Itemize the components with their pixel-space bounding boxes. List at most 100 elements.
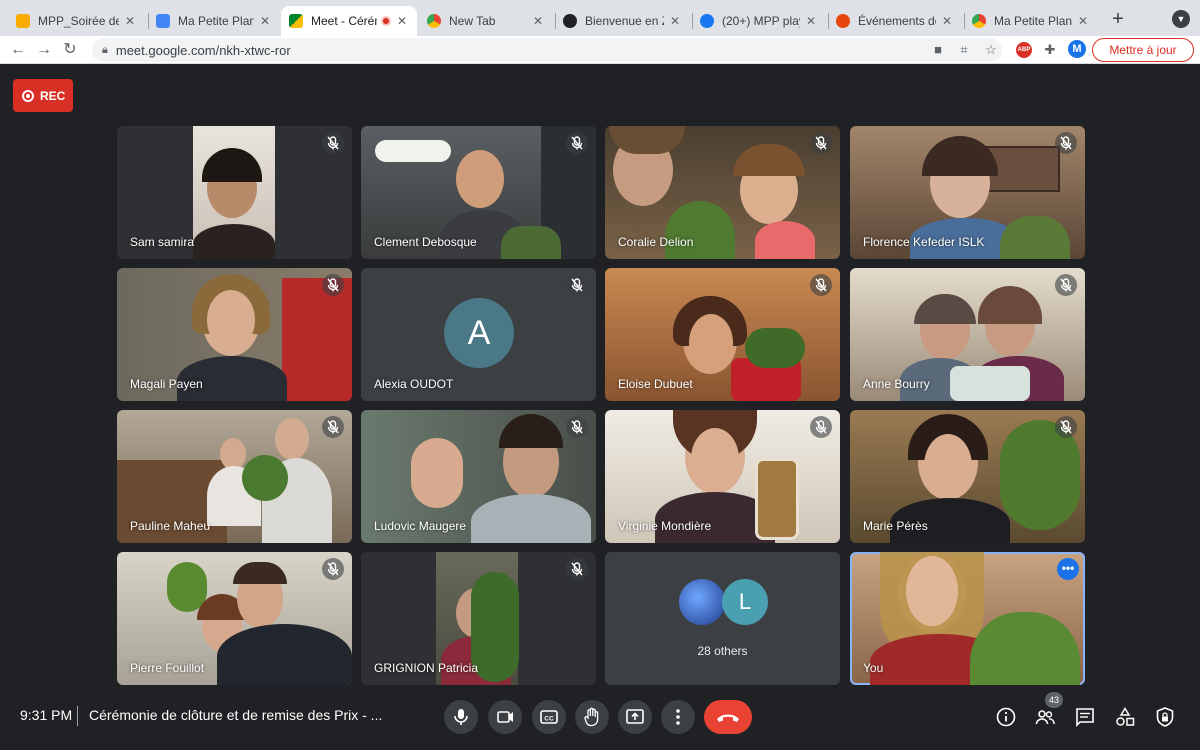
participant-tile[interactable]: Magali Payen: [117, 268, 352, 401]
present-icon: [626, 709, 644, 724]
reload-icon[interactable]: ↻: [60, 40, 80, 60]
recording-indicator-icon: [381, 16, 391, 26]
browser-tab[interactable]: MPP_Soirée de C ✕: [8, 6, 145, 36]
browser-tab[interactable]: Ma Petite Planète ✕: [964, 6, 1098, 36]
browser-tab[interactable]: Événements de M ✕: [828, 6, 962, 36]
muted-mic-icon: [810, 274, 832, 296]
participant-tile[interactable]: Coralie Delion: [605, 126, 840, 259]
muted-mic-icon: [322, 132, 344, 154]
activities-button[interactable]: [1114, 706, 1136, 728]
camera-in-use-icon[interactable]: ■: [930, 42, 946, 58]
record-icon: [22, 89, 34, 102]
more-options-button[interactable]: [661, 700, 695, 734]
close-icon[interactable]: ✕: [804, 14, 818, 28]
participants-button[interactable]: [1034, 706, 1056, 728]
chat-button[interactable]: [1074, 706, 1096, 728]
participant-name: Alexia OUDOT: [374, 377, 454, 391]
muted-mic-icon: [566, 274, 588, 296]
chrome-favicon-icon: [427, 14, 441, 28]
present-screen-button[interactable]: [618, 700, 652, 734]
browser-tab-active[interactable]: Meet - Cérém ✕: [281, 6, 417, 36]
shield-lock-icon: [1156, 707, 1174, 727]
url-text: meet.google.com/nkh-xtwc-ror: [115, 42, 291, 58]
participant-name: Marie Pérès: [863, 519, 928, 533]
participant-tile[interactable]: Eloise Dubuet: [605, 268, 840, 401]
meeting-title: Cérémonie de clôture et de remise des Pr…: [89, 707, 383, 723]
participant-name: Magali Payen: [130, 377, 203, 391]
close-icon[interactable]: ✕: [395, 14, 409, 28]
participant-tile[interactable]: Clement Debosque: [361, 126, 596, 259]
close-icon[interactable]: ✕: [123, 14, 137, 28]
participant-avatar: L: [722, 579, 768, 625]
browser-tab[interactable]: (20+) MPP player ✕: [692, 6, 826, 36]
muted-mic-icon: [1055, 416, 1077, 438]
address-bar[interactable]: 🔒︎ meet.google.com/nkh-xtwc-ror: [92, 38, 1002, 62]
participant-name: Eloise Dubuet: [618, 377, 693, 391]
chat-icon: [1076, 708, 1094, 727]
forward-arrow-icon[interactable]: →: [34, 40, 54, 60]
update-chrome-button[interactable]: Mettre à jour: [1092, 38, 1194, 62]
participant-tile[interactable]: Virginie Mondière: [605, 410, 840, 543]
participant-tile[interactable]: Ludovic Maugere: [361, 410, 596, 543]
meeting-details-button[interactable]: [995, 706, 1017, 728]
participant-name: Florence Kefeder ISLK: [863, 235, 985, 249]
participant-tile[interactable]: Sam samira: [117, 126, 352, 259]
back-arrow-icon[interactable]: ←: [8, 40, 28, 60]
camera-button[interactable]: [488, 700, 522, 734]
participant-tile[interactable]: Marie Pérès: [850, 410, 1085, 543]
participant-tile[interactable]: A Alexia OUDOT: [361, 268, 596, 401]
participant-tile[interactable]: Pauline Maheu: [117, 410, 352, 543]
people-icon: [1035, 710, 1055, 725]
close-icon[interactable]: ✕: [258, 14, 272, 28]
slides-favicon-icon: [16, 14, 30, 28]
leave-call-button[interactable]: [704, 700, 752, 734]
close-icon[interactable]: ✕: [1076, 14, 1090, 28]
adblock-extension-icon[interactable]: ABP: [1016, 42, 1032, 58]
new-tab-button[interactable]: +: [1108, 8, 1128, 30]
microphone-button[interactable]: [444, 700, 478, 734]
hand-icon: [584, 707, 599, 727]
chrome-favicon-icon: [972, 14, 986, 28]
participant-name: Virginie Mondière: [618, 519, 712, 533]
recording-badge: REC: [13, 79, 73, 112]
browser-tab[interactable]: Ma Petite Planète ✕: [148, 6, 280, 36]
host-controls-button[interactable]: [1154, 706, 1176, 728]
extensions-puzzle-icon[interactable]: ✚: [1042, 42, 1058, 58]
participant-tile[interactable]: GRIGNION Patricia: [361, 552, 596, 685]
muted-mic-icon: [810, 132, 832, 154]
zoom-favicon-icon: [563, 14, 577, 28]
more-options-button[interactable]: •••: [1057, 558, 1079, 580]
clock: 9:31 PM: [20, 707, 73, 723]
self-view-tile[interactable]: ••• You: [850, 552, 1085, 685]
shapes-icon: [1116, 707, 1135, 726]
captions-button[interactable]: CC: [532, 700, 566, 734]
muted-mic-icon: [1055, 132, 1077, 154]
participant-name: Ludovic Maugere: [374, 519, 467, 533]
close-icon[interactable]: ✕: [668, 14, 682, 28]
participant-name: Clement Debosque: [374, 235, 477, 249]
close-icon[interactable]: ✕: [940, 14, 954, 28]
participant-tile[interactable]: Florence Kefeder ISLK: [850, 126, 1085, 259]
raise-hand-button[interactable]: [575, 700, 609, 734]
info-icon: [996, 707, 1016, 727]
translate-icon[interactable]: ⌗: [956, 42, 972, 58]
participant-avatar: [679, 579, 725, 625]
participant-name: Coralie Delion: [618, 235, 694, 249]
profile-avatar[interactable]: M: [1068, 40, 1086, 58]
browser-tab[interactable]: New Tab ✕: [419, 6, 553, 36]
close-icon[interactable]: ✕: [531, 14, 545, 28]
mic-icon: [454, 709, 468, 725]
participant-tile[interactable]: Pierre Fouillot: [117, 552, 352, 685]
participant-name: Pierre Fouillot: [130, 661, 205, 675]
muted-mic-icon: [566, 558, 588, 580]
participant-tile[interactable]: Anne Bourry: [850, 268, 1085, 401]
participant-name: Pauline Maheu: [130, 519, 211, 533]
closed-captions-icon: CC: [540, 710, 558, 724]
facebook-favicon-icon: [700, 14, 714, 28]
bookmark-star-icon[interactable]: ☆: [983, 42, 999, 58]
browser-tab[interactable]: Bienvenue en Zo ✕: [555, 6, 690, 36]
svg-text:CC: CC: [544, 716, 554, 723]
lock-icon: 🔒︎: [102, 43, 108, 56]
tab-search-icon[interactable]: ▼: [1172, 10, 1190, 28]
others-tile[interactable]: L 28 others: [605, 552, 840, 685]
